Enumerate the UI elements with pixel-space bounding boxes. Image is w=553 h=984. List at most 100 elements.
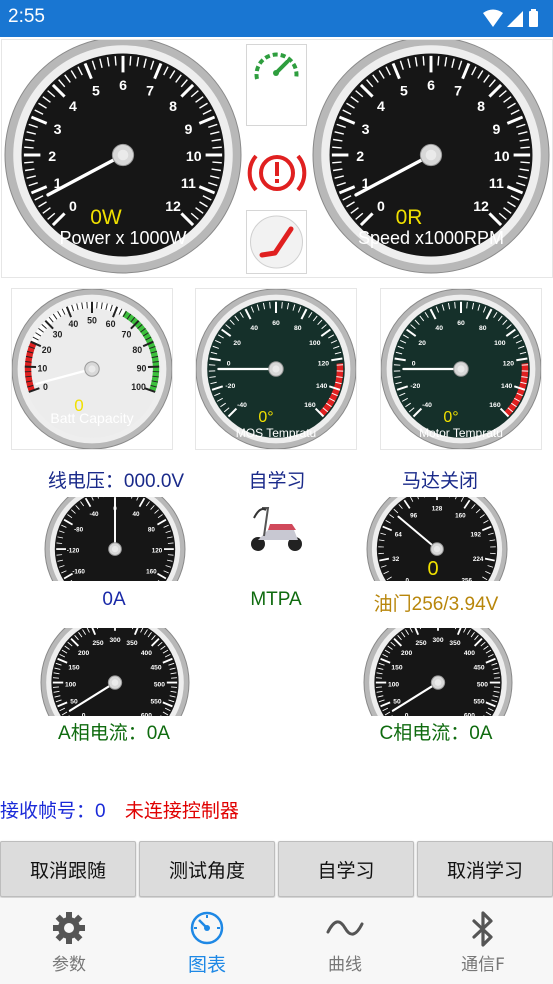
minor-tick [212,146,222,149]
tick-label: 60 [106,319,116,329]
tick-label: 0 [82,713,86,716]
tick-label: 140 [316,383,328,390]
tick-label: 100 [309,340,321,347]
tick-label: 600 [464,713,475,716]
nav-item-params[interactable]: 参数 [0,898,138,984]
nav-label-chart: 图表 [187,954,226,976]
tick-label: -40 [422,402,432,409]
gauge-value: 0° [443,409,458,426]
gauge-hub-cap [111,545,119,553]
tick-label: 350 [449,640,460,647]
minor-tick [281,302,283,309]
tick-label: 128 [432,506,443,513]
tick-label: 160 [304,402,316,409]
motor-temp-gauge: -40 -20 0 20 40 60 80 100 120 140 160 0° Motor Tempr… [381,289,541,449]
tick-label: 200 [401,650,412,657]
tick-label: 600 [141,713,152,716]
minor-tick [56,554,63,556]
gauge-value: 0R [396,206,423,229]
tick-label: 12 [165,199,181,215]
motor-state-label: 马达关闭 [401,471,478,492]
tick-label: 10 [494,149,510,165]
tick-label: 300 [109,637,120,644]
tick-label: -40 [89,511,99,518]
minor-tick [332,161,342,164]
nav-label-comm: 通信F [461,955,505,975]
nav-item-curve[interactable]: 曲线 [276,898,414,984]
tick-label: 40 [435,325,443,332]
status-time: 2:55 [8,6,45,27]
nav-label-curve: 曲线 [328,955,362,975]
throttle-pedal-indicator[interactable] [246,210,307,274]
tick-label: 2 [48,149,56,165]
phase-c-label: C相电流：0A [379,723,493,744]
tick-label: 550 [473,698,484,705]
minor-tick [454,302,456,309]
gear-icon [51,910,87,950]
test-angle-button[interactable]: 测试角度 [139,841,275,897]
phase-c-gauge: 0 50 100 150 200250 300 350 400 450 500 550 600 [363,628,513,716]
tick-label: 450 [473,664,484,671]
minor-tick [167,542,174,544]
nav-item-comm[interactable]: 通信F [414,898,552,984]
cancel-learn-button[interactable]: 取消学习 [417,841,553,897]
tick-label: 500 [477,681,488,688]
tick-label: 32 [392,556,400,563]
tick-label: 140 [501,383,513,390]
tick-label: 0 [377,199,385,215]
self-learn-button[interactable]: 自学习 [278,841,414,897]
mos-temp-gauge: -40 -20 0 20 40 60 80 100 120 140 160 0° MOS Temprat… [196,289,356,449]
battery-icon [529,9,538,27]
gauge-group: 0 50 100 150 200250 300 350 400 450 500 550 600 [363,628,513,716]
tick-label: 150 [391,664,402,671]
gauge-hub-cap [111,679,119,686]
tick-label: -160 [72,569,85,576]
tick-label: 8 [169,99,177,115]
gauge-value: 0° [258,409,273,426]
tick-label: 64 [395,532,403,539]
mode-label: MTPA [250,589,302,610]
tick-label: 0 [405,713,409,716]
minor-tick [520,146,530,149]
tick-label: 224 [473,556,484,563]
gauge-group: -240-200-160-120-80-4004080120160200240 [44,497,186,581]
tick-label: 0 [43,382,48,392]
current-value-label: 0A [102,589,126,610]
cancel-follow-button[interactable]: 取消跟随 [0,841,136,897]
tick-label: 80 [132,345,142,355]
throttle-gauge: 0 32 64 96 128 160 192 224 256 0 [366,497,508,581]
gauge-caption: MOS Tempratu [236,426,316,440]
tick-label: 100 [65,681,76,688]
phase-a-label: A相电流：0A [58,723,170,744]
tick-label: 7 [454,83,462,99]
tick-label: 4 [377,99,385,115]
gauge-hub-cap [117,149,129,161]
tick-label: 11 [181,176,196,192]
tick-label: 0 [412,360,416,367]
tick-label: 6 [119,78,127,94]
tick-label: 0 [69,199,77,215]
minor-tick [437,56,440,66]
minor-tick [114,56,117,66]
tick-label: 40 [132,511,140,518]
frame-value: 0 [95,801,106,822]
tick-label: -20 [410,383,420,390]
tick-label: 11 [489,176,504,192]
tick-label: 450 [150,664,161,671]
gauge-hub-cap [433,545,441,553]
power-gauge: 0 1 2 3 4 5 6 7 8 9 10 11 12 0W Power x 1000W [3,40,243,280]
minor-tick [24,146,34,149]
tick-label: 10 [186,149,202,165]
tick-label: 500 [154,681,165,688]
tick-label: 250 [92,640,103,647]
gauge-caption: Batt Capacity [50,410,133,426]
tick-label: -20 [225,383,235,390]
tick-label: 160 [489,402,501,409]
tick-label: 60 [457,320,465,327]
cruise-indicator[interactable] [246,44,307,126]
tick-label: 10 [38,363,48,373]
tick-label: 80 [294,325,302,332]
tick-label: 256 [461,577,472,581]
pedal-icon [250,215,303,269]
nav-item-chart[interactable]: 图表 [138,898,276,984]
